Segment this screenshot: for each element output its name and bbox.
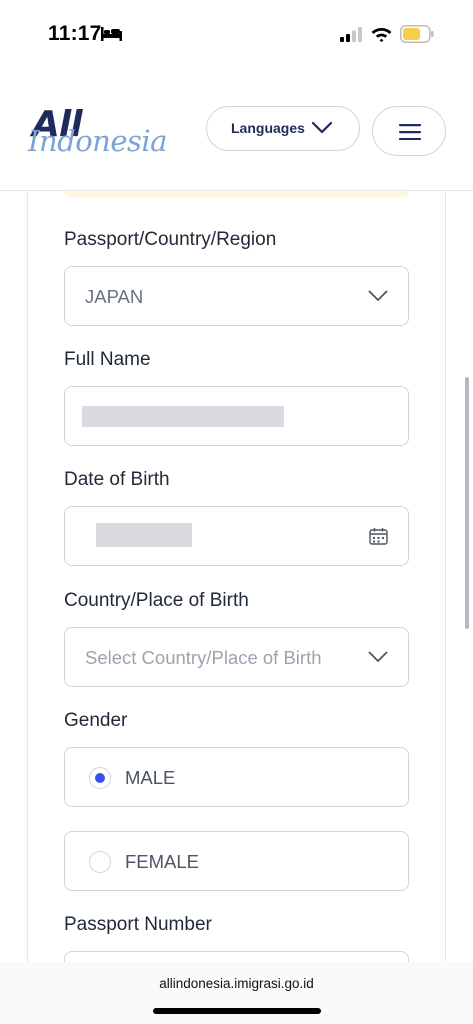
bed-icon [101, 27, 122, 41]
chevron-down-icon [368, 290, 388, 301]
battery-icon [400, 25, 434, 43]
gender-option-label: FEMALE [125, 851, 200, 872]
gender-option-female[interactable]: FEMALE [64, 831, 409, 891]
gender-label: Gender [64, 710, 128, 731]
languages-dropdown-button[interactable]: Languages [206, 106, 360, 151]
page-scrollbar[interactable] [465, 377, 469, 629]
logo-indonesia-text: Indonesia [28, 124, 167, 158]
browser-url-bar[interactable]: allindonesia.imigrasi.go.id [0, 962, 473, 1024]
notice-strip [64, 191, 409, 197]
all-indonesia-logo[interactable]: All Indonesia [28, 102, 167, 162]
passport-country-label: Passport/Country/Region [64, 229, 277, 250]
place-of-birth-label: Country/Place of Birth [64, 590, 249, 611]
passport-country-select[interactable]: JAPAN [64, 266, 409, 326]
chevron-down-icon [368, 651, 388, 662]
date-of-birth-input[interactable] [64, 506, 409, 566]
hamburger-menu-icon [399, 124, 421, 140]
status-time: 11:17 [48, 22, 102, 45]
gender-option-male[interactable]: MALE [64, 747, 409, 807]
url-text: allindonesia.imigrasi.go.id [159, 976, 314, 991]
languages-label: Languages [231, 120, 305, 136]
status-bar: 11:17 [0, 0, 473, 70]
passport-number-label: Passport Number [64, 914, 212, 935]
redacted-full-name [82, 406, 284, 427]
full-name-input[interactable] [64, 386, 409, 446]
calendar-icon[interactable] [369, 527, 388, 546]
gender-option-label: MALE [125, 767, 176, 788]
passport-country-value: JAPAN [85, 286, 144, 307]
wifi-icon [371, 28, 392, 42]
full-name-label: Full Name [64, 349, 151, 370]
home-indicator[interactable] [153, 1008, 321, 1014]
radio-male[interactable] [89, 767, 111, 789]
menu-button[interactable] [372, 106, 446, 156]
chevron-down-icon [311, 121, 333, 134]
place-of-birth-select[interactable]: Select Country/Place of Birth [64, 627, 409, 687]
date-of-birth-label: Date of Birth [64, 469, 170, 490]
radio-female[interactable] [89, 851, 111, 873]
signal-icon [340, 27, 362, 42]
place-of-birth-placeholder: Select Country/Place of Birth [85, 647, 322, 668]
redacted-date-of-birth [96, 523, 192, 547]
site-header: All Indonesia Languages [0, 70, 473, 191]
